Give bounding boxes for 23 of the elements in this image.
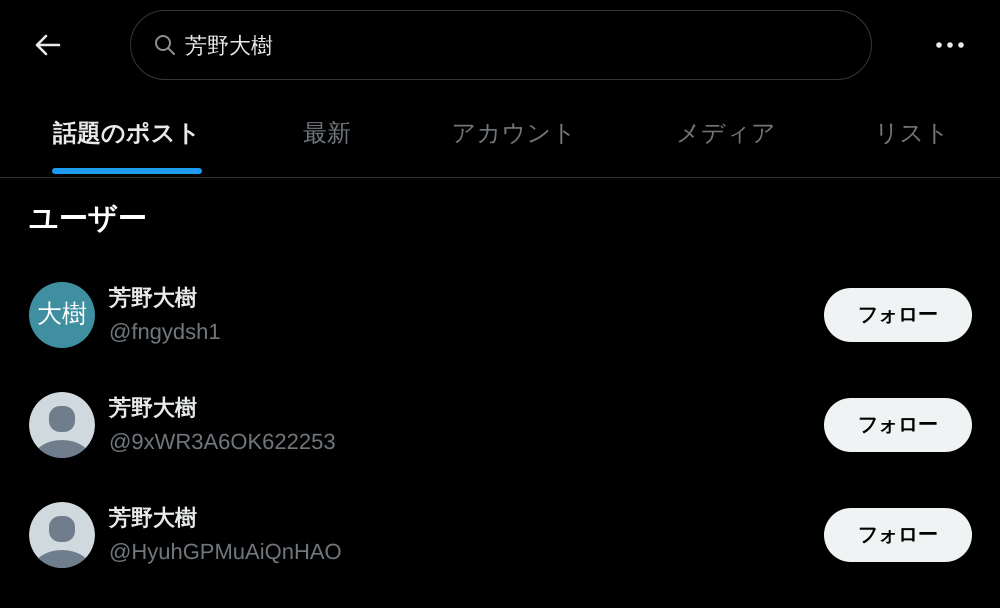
tab[interactable]: 最新: [254, 90, 400, 177]
follow-button[interactable]: フォロー: [824, 508, 972, 562]
user-handle: @9xWR3A6OK622253: [109, 428, 336, 456]
tab[interactable]: アカウント: [400, 90, 628, 177]
section-title: ユーザー: [28, 202, 148, 237]
follow-button[interactable]: フォロー: [824, 288, 972, 342]
user-handle: @fngydsh1: [109, 318, 221, 346]
tab[interactable]: 話題のポスト: [0, 90, 254, 177]
tab[interactable]: リスト: [824, 90, 1000, 177]
back-arrow-icon: [33, 33, 61, 57]
more-icon: [936, 42, 964, 48]
default-avatar-icon[interactable]: [29, 392, 95, 458]
follow-button[interactable]: フォロー: [824, 398, 972, 452]
tab[interactable]: メディア: [628, 90, 824, 177]
user-name: 芳野大樹: [109, 284, 198, 312]
user-name: 芳野大樹: [109, 504, 198, 532]
avatar[interactable]: 大樹: [29, 282, 95, 348]
search-text: 芳野大樹: [185, 32, 273, 60]
search-icon: [153, 33, 177, 57]
user-name: 芳野大樹: [109, 394, 198, 422]
user-handle: @HyuhGPMuAiQnHAO: [109, 538, 342, 566]
default-avatar-icon[interactable]: [29, 502, 95, 568]
search-field[interactable]: 芳野大樹: [130, 10, 872, 80]
